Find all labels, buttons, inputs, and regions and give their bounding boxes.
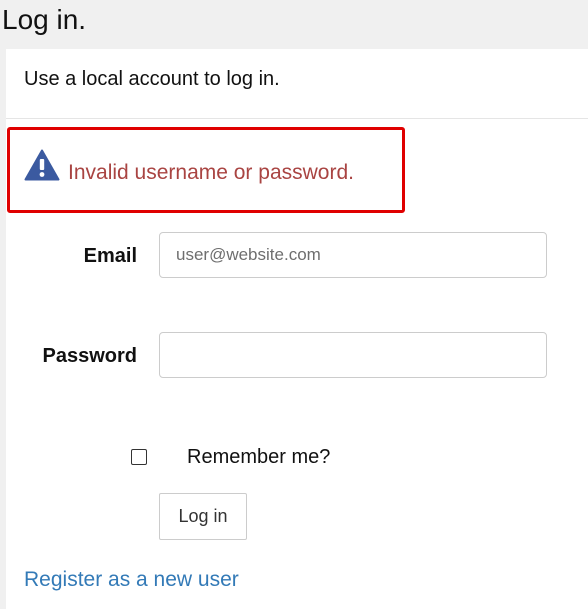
validation-error-box: Invalid username or password. [7,127,405,213]
email-field[interactable] [159,232,547,278]
login-panel: Use a local account to log in. Invalid u… [6,49,588,609]
login-subtitle: Use a local account to log in. [24,68,280,90]
email-label: Email [83,245,137,267]
divider [6,118,588,119]
page-title: Log in. [2,4,87,35]
remember-me-label[interactable]: Remember me? [187,445,330,469]
register-link[interactable]: Register as a new user [24,567,239,593]
password-field[interactable] [159,332,547,378]
login-button[interactable]: Log in [159,493,247,540]
remember-me-checkbox[interactable] [131,449,147,465]
password-label: Password [42,345,137,367]
warning-triangle-icon [24,149,60,181]
error-message: Invalid username or password. [68,161,354,184]
